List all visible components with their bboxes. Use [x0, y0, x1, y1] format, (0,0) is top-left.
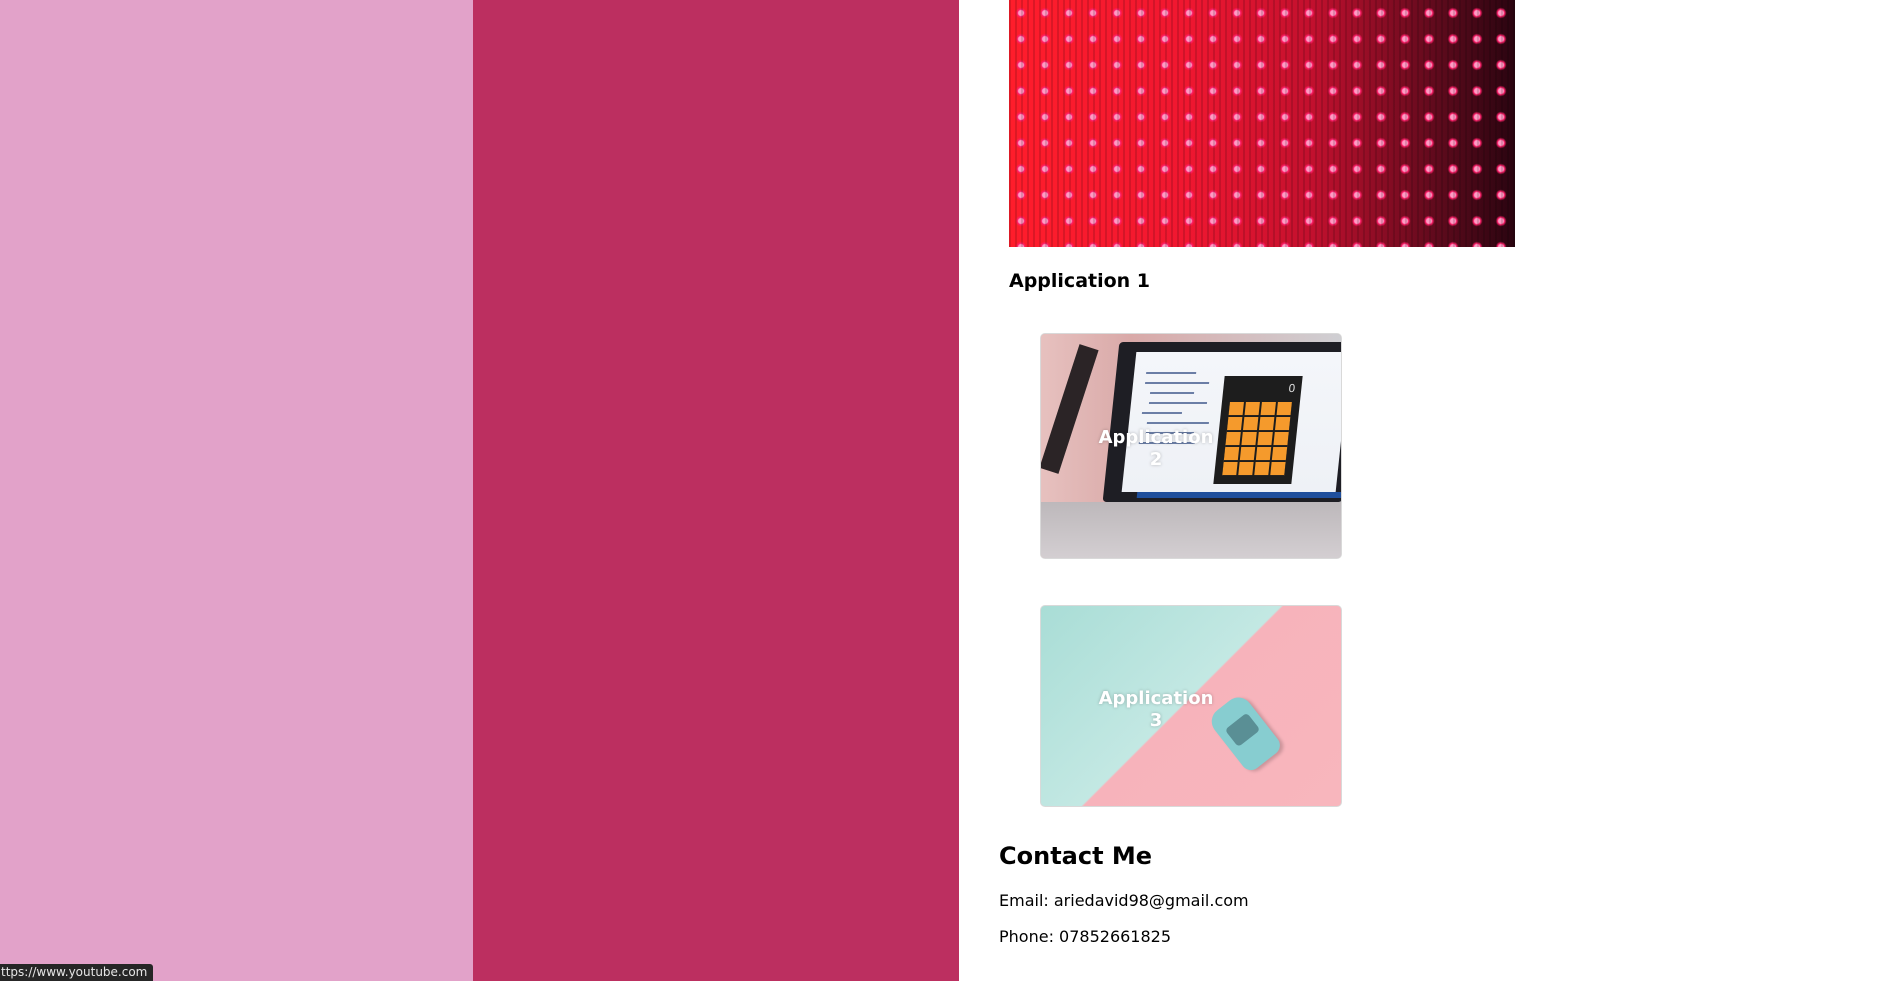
- code-line: [1146, 422, 1209, 424]
- code-line: [1141, 412, 1183, 414]
- calculator-app: 0: [1213, 376, 1303, 484]
- application-1-title: Application 1: [1009, 270, 1151, 292]
- car-window: [1224, 712, 1261, 748]
- calculator-display: 0: [1287, 382, 1297, 395]
- status-bar-url: ttps://www.youtube.com: [0, 964, 154, 981]
- code-line: [1146, 372, 1197, 374]
- taskbar: [1136, 492, 1341, 498]
- application-1-image[interactable]: [1009, 0, 1515, 247]
- contact-email: Email: ariedavid98@gmail.com: [999, 891, 1249, 910]
- calculator-keypad: [1222, 402, 1292, 476]
- page: Application 1 0 Application 2 Applicatio…: [0, 0, 1899, 981]
- contact-heading: Contact Me: [999, 842, 1153, 870]
- application-3-label: Application 3: [1098, 688, 1214, 731]
- code-line: [1149, 392, 1195, 394]
- contact-phone: Phone: 07852661825: [999, 927, 1172, 946]
- left-color-column: [0, 0, 473, 981]
- code-line: [1148, 402, 1208, 404]
- application-3-card[interactable]: Application 3: [1040, 605, 1342, 807]
- laptop-keyboard: [1041, 502, 1341, 558]
- middle-color-column: [473, 0, 959, 981]
- led-pattern: [1009, 0, 1515, 247]
- code-line: [1144, 382, 1210, 384]
- application-2-card[interactable]: 0 Application 2: [1040, 333, 1342, 559]
- application-2-label: Application 2: [1098, 427, 1214, 470]
